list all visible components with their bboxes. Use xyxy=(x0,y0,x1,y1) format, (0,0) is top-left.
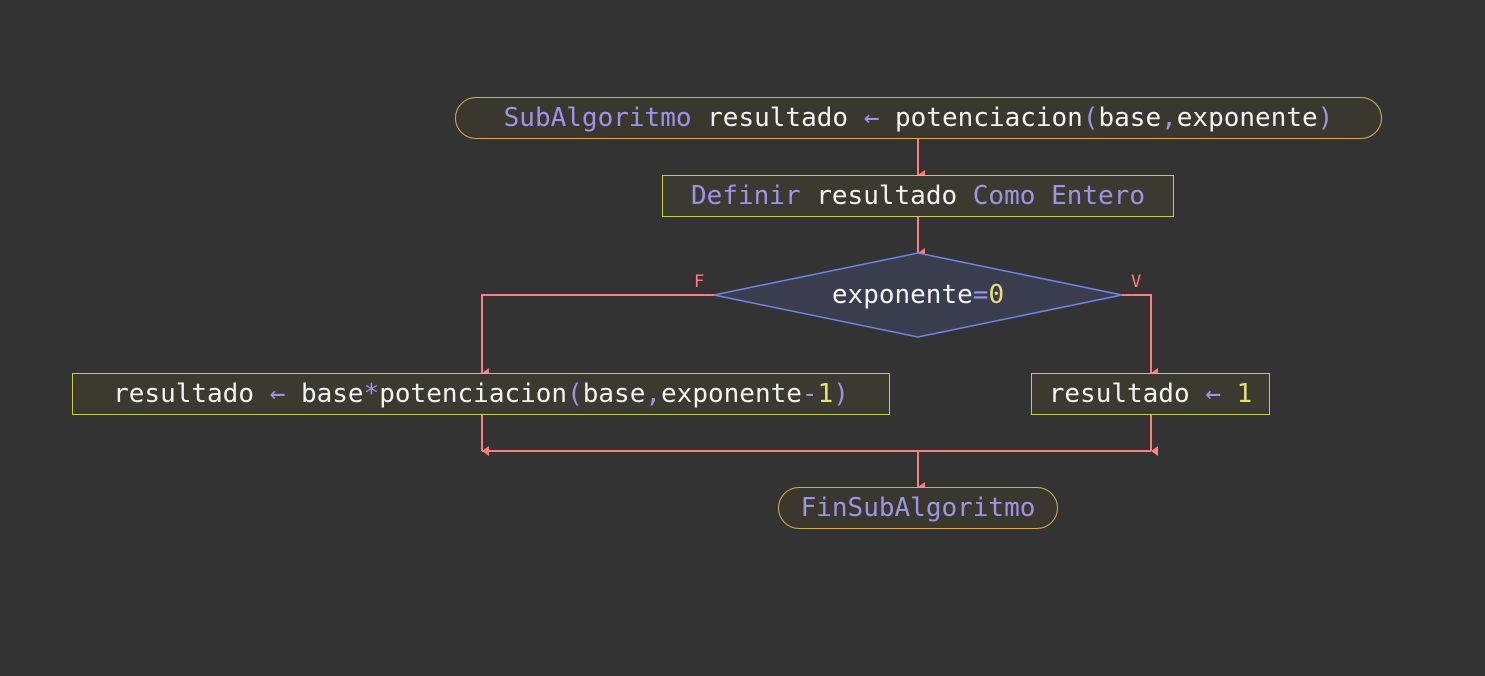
start-keyword: SubAlgoritmo xyxy=(503,103,692,133)
decision-condition: exponente = 0 xyxy=(714,274,1122,316)
false-branch-process: resultado ← base * potenciacion(base, expon… xyxy=(72,373,890,415)
false-paren-close: ) xyxy=(833,379,849,409)
decision-rhs: 0 xyxy=(988,280,1005,310)
start-terminal: SubAlgoritmo resultado ← potenciacion(ba… xyxy=(455,97,1382,139)
start-paren-open: ( xyxy=(1082,103,1099,133)
false-function: potenciacion xyxy=(379,379,568,409)
start-comma: , xyxy=(1161,103,1177,133)
decision-false-label: F xyxy=(694,272,705,292)
define-keyword: Definir xyxy=(691,181,801,211)
start-assign-arrow: ← xyxy=(863,103,880,133)
define-process: Definir resultado Como Entero xyxy=(662,175,1174,217)
define-var: resultado xyxy=(800,181,973,211)
false-var: resultado xyxy=(113,379,270,409)
true-var: resultado xyxy=(1048,379,1206,409)
false-assign-arrow: ← xyxy=(269,379,286,409)
define-space xyxy=(1035,181,1051,211)
end-keyword: FinSubAlgoritmo xyxy=(800,493,1036,523)
false-arg-exponente: exponente xyxy=(661,379,802,409)
arrow-decision-false xyxy=(481,294,714,378)
arrow-decision-true xyxy=(1122,294,1158,378)
start-function: potenciacion xyxy=(879,103,1083,133)
decision-operator: = xyxy=(972,280,989,310)
decision-lhs: exponente xyxy=(831,280,973,310)
start-arg-base: base xyxy=(1098,103,1162,133)
true-space xyxy=(1221,379,1237,409)
false-one: 1 xyxy=(817,379,834,409)
start-var: resultado xyxy=(691,103,864,133)
false-paren-open: ( xyxy=(567,379,583,409)
false-comma: , xyxy=(645,379,662,409)
false-arg-base: base xyxy=(582,379,646,409)
define-como: Como xyxy=(972,181,1036,211)
start-arg-exponente: exponente xyxy=(1176,103,1318,133)
true-branch-process: resultado ← 1 xyxy=(1031,373,1270,415)
true-assign-arrow: ← xyxy=(1205,379,1221,409)
define-type: Entero xyxy=(1051,181,1145,211)
start-paren-close: ) xyxy=(1317,103,1334,133)
false-multiply: * xyxy=(363,379,380,409)
false-minus: - xyxy=(801,379,818,409)
decision-true-label: V xyxy=(1131,272,1142,292)
true-one: 1 xyxy=(1236,379,1253,409)
end-terminal: FinSubAlgoritmo xyxy=(778,487,1058,529)
false-base: base xyxy=(285,379,364,409)
